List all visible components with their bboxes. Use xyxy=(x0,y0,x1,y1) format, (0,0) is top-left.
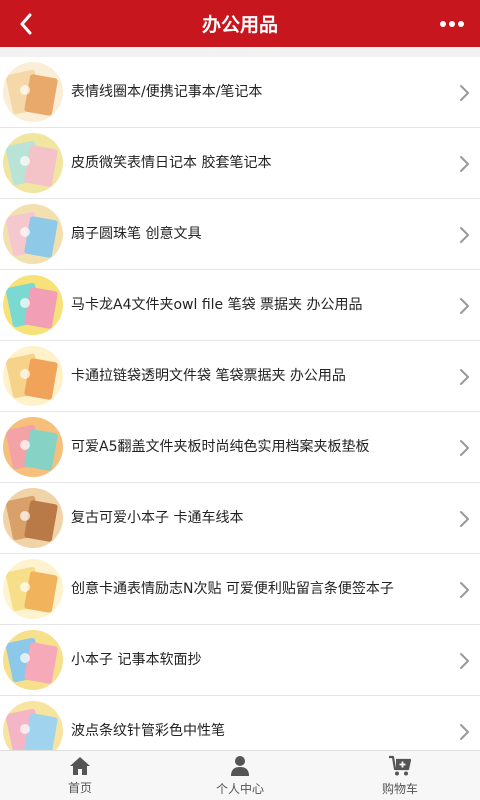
product-row[interactable]: 复古可爱小本子 卡通车线本 xyxy=(0,483,480,554)
product-thumbnail xyxy=(3,417,63,477)
product-name: 小本子 记事本软面抄 xyxy=(71,652,202,668)
tab-label: 首页 xyxy=(67,780,92,795)
product-row[interactable]: 卡通拉链袋透明文件袋 笔袋票据夹 办公用品 xyxy=(0,341,480,412)
product-name: 创意卡通表情励志N次贴 可爱便利贴留言条便签本子 xyxy=(71,581,394,597)
tab-label: 购物车 xyxy=(381,781,418,796)
product-row[interactable]: 扇子圆珠笔 创意文具 xyxy=(0,199,480,270)
chevron-right-icon xyxy=(458,368,470,386)
product-thumbnail xyxy=(3,630,63,690)
bottom-tab-bar: 首页 个人中心 购物车 xyxy=(0,750,480,800)
product-name: 复古可爱小本子 卡通车线本 xyxy=(71,510,244,526)
user-icon xyxy=(231,755,249,776)
product-name: 马卡龙A4文件夹owl file 笔袋 票据夹 办公用品 xyxy=(71,297,363,313)
product-thumbnail xyxy=(3,204,63,264)
product-thumbnail xyxy=(3,346,63,406)
chevron-right-icon xyxy=(458,155,470,173)
page-title: 办公用品 xyxy=(201,14,278,36)
tab-home[interactable]: 首页 xyxy=(0,751,160,800)
product-thumbnail xyxy=(3,133,63,193)
product-row[interactable]: 表情线圈本/便携记事本/笔记本 xyxy=(0,57,480,128)
chevron-right-icon xyxy=(458,439,470,457)
top-bar: 办公用品 xyxy=(0,0,480,47)
chevron-right-icon xyxy=(458,652,470,670)
tab-profile[interactable]: 个人中心 xyxy=(160,751,320,800)
chevron-right-icon xyxy=(458,581,470,599)
product-name: 扇子圆珠笔 创意文具 xyxy=(71,226,202,242)
chevron-right-icon xyxy=(458,723,470,741)
product-thumbnail xyxy=(3,559,63,619)
chevron-left-icon xyxy=(20,13,32,34)
product-row[interactable]: 可爱A5翻盖文件夹板时尚纯色实用档案夹板垫板 xyxy=(0,412,480,483)
product-row[interactable]: 马卡龙A4文件夹owl file 笔袋 票据夹 办公用品 xyxy=(0,270,480,341)
product-row[interactable]: 小本子 记事本软面抄 xyxy=(0,625,480,696)
product-thumbnail xyxy=(3,488,63,548)
chevron-right-icon xyxy=(458,297,470,315)
back-button[interactable] xyxy=(8,0,44,47)
more-button[interactable] xyxy=(432,0,472,47)
home-icon xyxy=(70,756,90,775)
product-thumbnail xyxy=(3,62,63,122)
tab-cart[interactable]: 购物车 xyxy=(320,751,480,800)
product-list: 表情线圈本/便携记事本/笔记本 皮质微笑表情日记本 胶套笔记本 扇子圆珠笔 创意文具… xyxy=(0,57,480,767)
more-dots-icon xyxy=(440,20,464,27)
product-row[interactable]: 创意卡通表情励志N次贴 可爱便利贴留言条便签本子 xyxy=(0,554,480,625)
chevron-right-icon xyxy=(458,84,470,102)
product-thumbnail xyxy=(3,275,63,335)
product-name: 可爱A5翻盖文件夹板时尚纯色实用档案夹板垫板 xyxy=(71,439,370,455)
cart-icon xyxy=(389,755,412,775)
tab-label: 个人中心 xyxy=(215,781,264,796)
product-name: 表情线圈本/便携记事本/笔记本 xyxy=(71,84,263,100)
chevron-right-icon xyxy=(458,226,470,244)
product-name: 皮质微笑表情日记本 胶套笔记本 xyxy=(71,155,272,171)
product-name: 卡通拉链袋透明文件袋 笔袋票据夹 办公用品 xyxy=(71,368,346,384)
product-row[interactable]: 皮质微笑表情日记本 胶套笔记本 xyxy=(0,128,480,199)
chevron-right-icon xyxy=(458,510,470,528)
